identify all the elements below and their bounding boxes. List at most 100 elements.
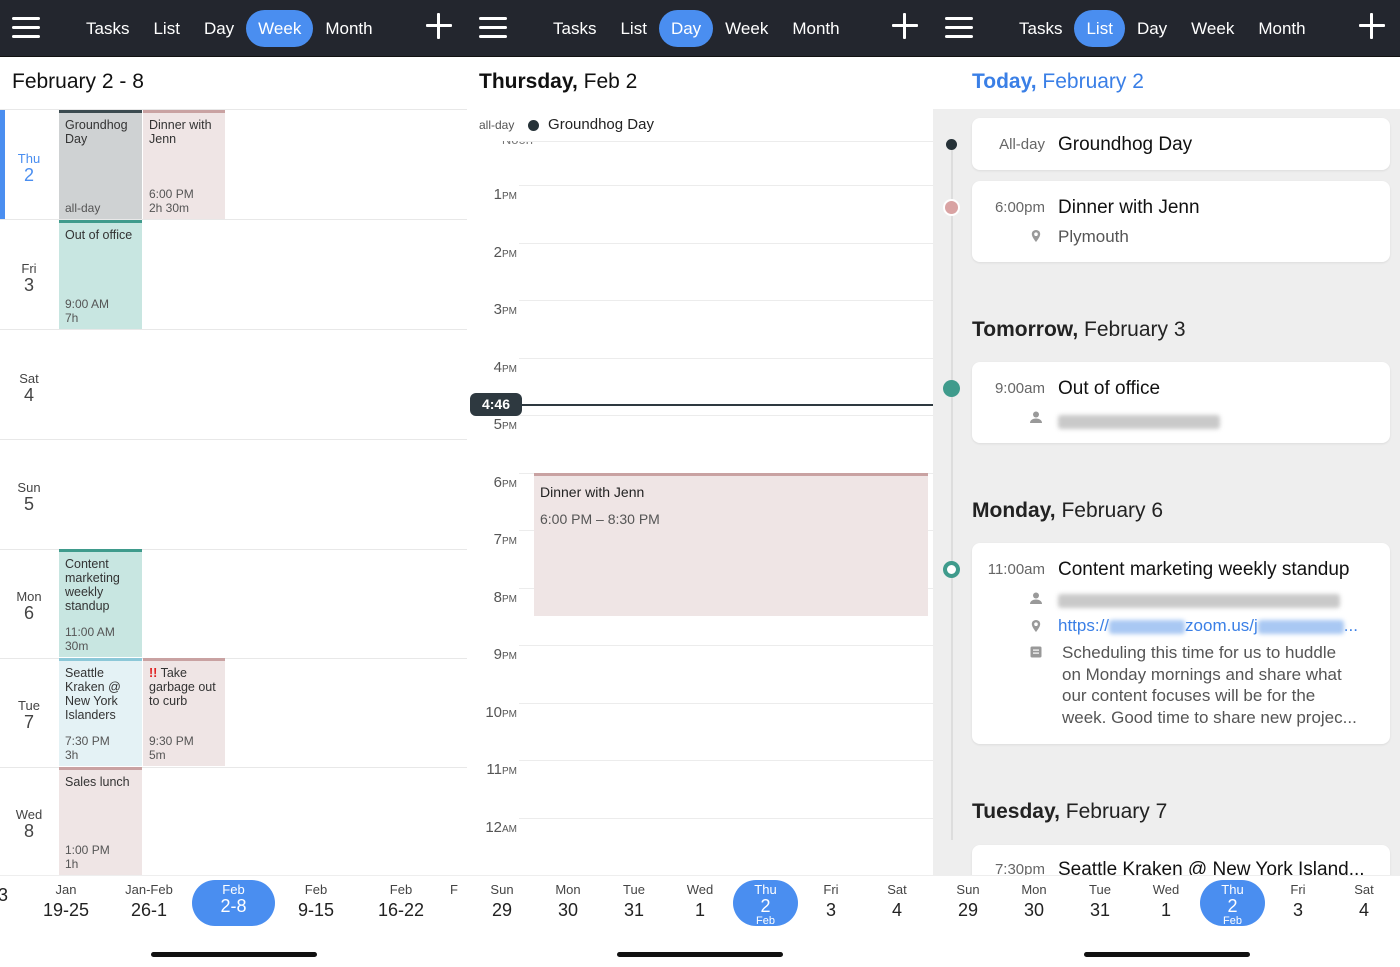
event-time: 6:00pm (994, 199, 1045, 216)
hour-line (519, 141, 933, 142)
day-number: 2 (23, 165, 34, 185)
hour-label: 8PM (493, 589, 517, 606)
top-bar: Tasks List Day Week Month (933, 0, 1400, 57)
add-event-icon[interactable] (425, 12, 453, 40)
day-picker-item[interactable]: Fri 3 (798, 882, 864, 921)
list-event-standup[interactable]: 11:00am Content marketing weekly standup… (972, 543, 1390, 744)
day-label: Fri 3 (0, 262, 58, 295)
add-event-icon[interactable] (891, 12, 919, 40)
day-picker-item[interactable]: Wed 1 (667, 882, 733, 921)
tab-month[interactable]: Month (313, 10, 384, 47)
day-picker-item[interactable]: Wed 1 (1133, 882, 1199, 921)
tab-tasks[interactable]: Tasks (1007, 10, 1074, 47)
event-dinner-with-jenn[interactable]: Dinner with Jenn 6:00 PM 2h 30m (143, 110, 225, 219)
tab-tasks[interactable]: Tasks (541, 10, 608, 47)
day-picker-item[interactable]: Mon 30 (1001, 882, 1067, 921)
menu-icon[interactable] (479, 17, 507, 39)
tab-week[interactable]: Week (1179, 10, 1246, 47)
day-picker-item[interactable]: Tue 31 (601, 882, 667, 921)
event-groundhog-day[interactable]: Groundhog Day all-day (59, 110, 142, 219)
tab-month[interactable]: Month (1246, 10, 1317, 47)
event-time: All-day (999, 136, 1045, 153)
event-out-of-office[interactable]: Out of office 9:00 AM 7h (59, 220, 142, 329)
event-time: 11:00 AM 30m (65, 625, 115, 653)
cake-icon (943, 199, 960, 216)
week-picker-item[interactable]: 3 (0, 882, 36, 906)
event-sales-lunch[interactable]: Sales lunch 1:00 PM 1h (59, 767, 142, 875)
day-picker-item[interactable]: Fri 3 (1265, 882, 1331, 921)
day-of-week: Tue (18, 698, 40, 713)
week-picker-item[interactable]: Jan 19-25 (33, 882, 99, 921)
add-event-icon[interactable] (1358, 12, 1386, 40)
page-title: February 2 - 8 (12, 70, 144, 93)
day-picker-item-selected[interactable]: Thu 2 Feb (1200, 880, 1265, 927)
tab-list[interactable]: List (608, 10, 658, 47)
tab-day[interactable]: Day (192, 10, 246, 47)
hour-line (519, 818, 933, 819)
day-label: Wed 8 (0, 808, 58, 841)
page-title: Thursday, Feb 2 (479, 70, 638, 93)
event-content-standup[interactable]: Content marketing weekly standup 11:00 A… (59, 549, 142, 657)
day-picker-item[interactable]: Tue 31 (1067, 882, 1133, 921)
event-title: Sales lunch (65, 775, 130, 789)
day-row[interactable]: Sat 4 (0, 329, 467, 439)
list-event-out-of-office[interactable]: 9:00am Out of office (972, 362, 1390, 443)
week-picker-item[interactable]: Jan-Feb 26-1 (116, 882, 182, 921)
meeting-link[interactable]: https://zoom.us/j... (1058, 616, 1358, 636)
day-number: 8 (23, 821, 34, 841)
event-notes: Scheduling this time for us to huddle on… (1062, 643, 1357, 727)
tab-day[interactable]: Day (658, 10, 714, 47)
hour-label: 4PM (493, 359, 517, 376)
day-row[interactable]: Sun 5 (0, 439, 467, 549)
location-icon (1031, 230, 1041, 242)
day-picker-item[interactable]: Sun 29 (469, 882, 535, 921)
hour-label: 12AM (485, 819, 517, 836)
day-picker-item[interactable]: Sat 4 (1331, 882, 1397, 921)
week-picker-item[interactable]: F (450, 882, 467, 900)
tab-month[interactable]: Month (780, 10, 851, 47)
day-view-panel: Tasks List Day Week Month Thursday, Feb … (467, 0, 933, 967)
tab-week[interactable]: Week (713, 10, 780, 47)
day-picker-item-selected[interactable]: Thu 2 Feb (733, 880, 798, 927)
event-dinner-with-jenn[interactable]: Dinner with Jenn 6:00 PM – 8:30 PM (534, 473, 928, 616)
week-picker-item[interactable]: Feb 9-15 (283, 882, 349, 921)
hour-line (519, 703, 933, 704)
hour-label: 5PM (493, 416, 517, 433)
event-time: 9:30 PM 5m (149, 734, 194, 762)
tab-week[interactable]: Week (246, 10, 314, 47)
allday-row: all-day Groundhog Day (479, 116, 654, 133)
menu-icon[interactable] (12, 17, 40, 39)
person-icon (943, 380, 960, 397)
event-take-garbage[interactable]: !! Take garbage out to curb 9:30 PM 5m (143, 658, 225, 766)
week-picker-strip: 3 Jan 19-25 Jan-Feb 26-1 Feb 2-8 Feb 9-15 Fe… (0, 875, 467, 967)
event-seattle-kraken[interactable]: Seattle Kraken @ New York Islanders 7:30… (59, 658, 142, 766)
day-picker-item[interactable]: Sat 4 (864, 882, 930, 921)
tab-list[interactable]: List (1074, 10, 1125, 47)
day-number: 3 (23, 275, 34, 295)
list-event-groundhog[interactable]: All-day Groundhog Day (972, 118, 1390, 170)
event-dot-icon (946, 139, 957, 150)
hour-label: 1PM (493, 186, 517, 203)
event-time: 9:00 AM 7h (65, 297, 110, 325)
event-location: Plymouth (1058, 227, 1129, 246)
tab-tasks[interactable]: Tasks (74, 10, 141, 47)
day-picker-item[interactable]: Mon 30 (535, 882, 601, 921)
week-picker-item[interactable]: Feb 16-22 (368, 882, 434, 921)
allday-event-groundhog[interactable]: Groundhog Day (548, 116, 654, 133)
menu-icon[interactable] (945, 17, 973, 39)
location-icon (1031, 620, 1041, 632)
event-time: 6:00 PM 2h 30m (149, 187, 194, 215)
tab-day[interactable]: Day (1125, 10, 1179, 47)
list-event-dinner[interactable]: 6:00pm Dinner with Jenn Plymouth (972, 181, 1390, 262)
tab-list[interactable]: List (141, 10, 191, 47)
day-number: 5 (23, 494, 34, 514)
week-view-panel: Tasks List Day Week Month February 2 - 8… (0, 0, 467, 967)
day-picker-item[interactable]: Sun 29 (935, 882, 1001, 921)
hour-line (519, 415, 933, 416)
week-picker-item-selected[interactable]: Feb 2-8 (192, 880, 275, 926)
hour-label: 7PM (493, 531, 517, 548)
priority-icon: !! (149, 666, 158, 680)
event-title: Content marketing weekly standup (1058, 559, 1350, 580)
hour-line (519, 185, 933, 186)
location-pin-icon (943, 561, 960, 578)
